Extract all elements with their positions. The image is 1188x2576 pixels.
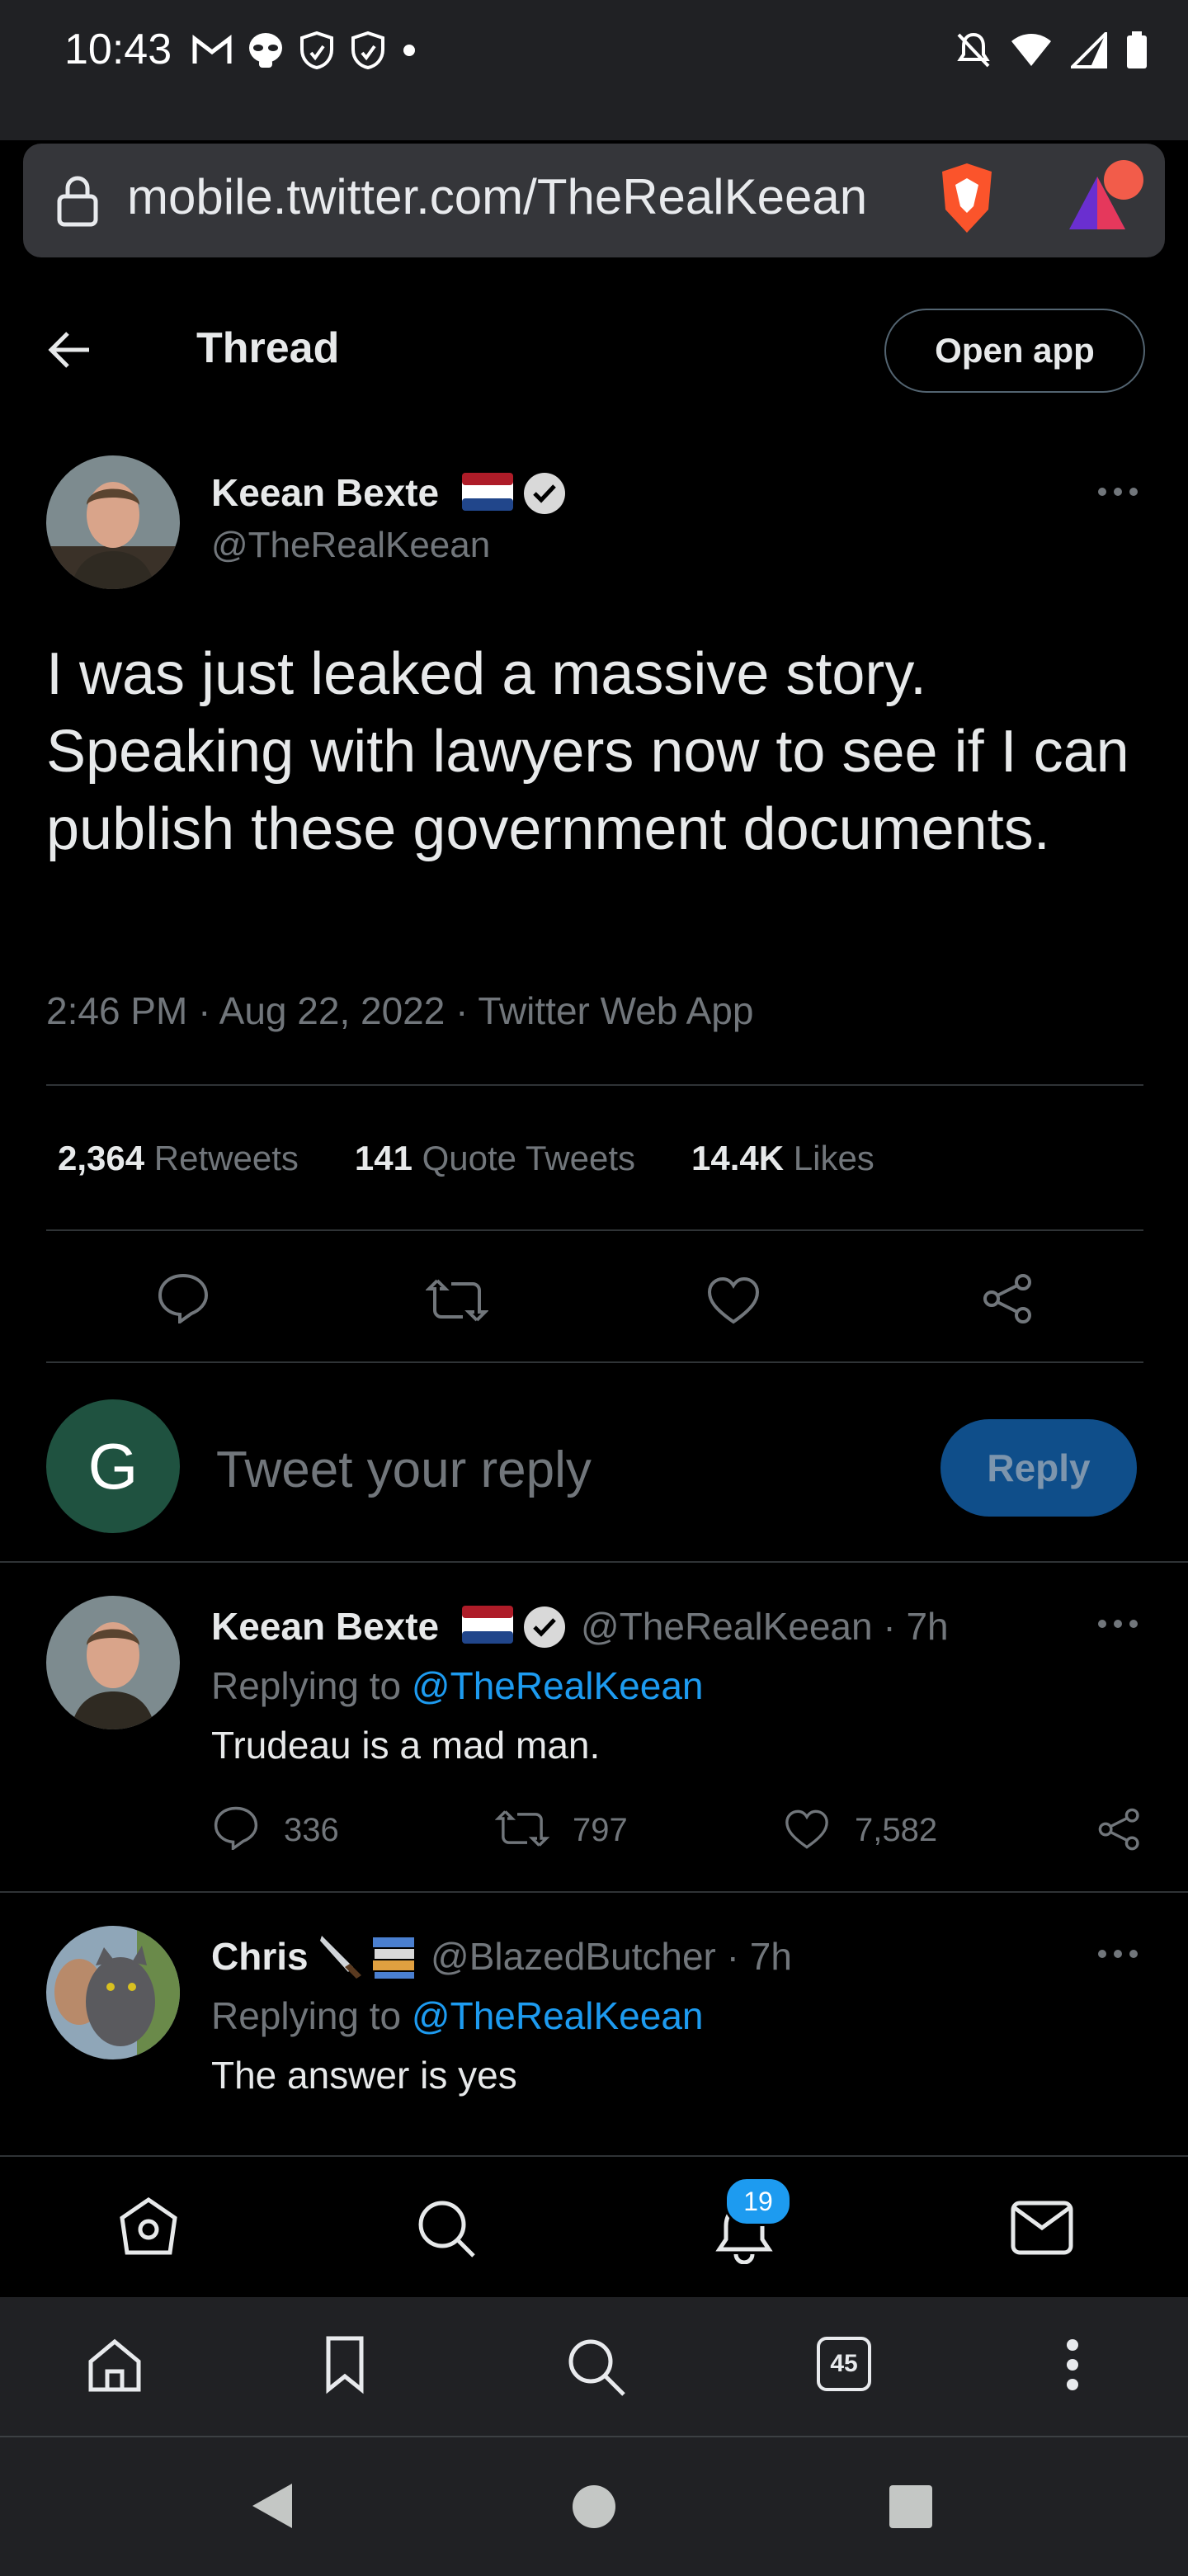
retweet-icon[interactable] (426, 1277, 488, 1323)
likes-stat[interactable]: 14.4K Likes (691, 1139, 874, 1178)
replying-to-link[interactable]: @TheRealKeean (412, 1994, 704, 2037)
tweet-text: I was just leaked a massive story. Speak… (46, 641, 1129, 862)
avatar-letter: G (87, 1429, 139, 1503)
system-recents-icon[interactable] (888, 2484, 934, 2530)
replying-to: Replying to @TheRealKeean (211, 1993, 704, 2038)
status-notification-icons (191, 31, 417, 69)
divider (46, 1361, 1143, 1363)
gmail-icon (192, 34, 232, 64)
reply-author-name[interactable]: Keean Bexte (211, 1604, 439, 1649)
system-back-icon[interactable] (248, 2480, 295, 2531)
divider (46, 1084, 1143, 1086)
alien-icon (249, 33, 282, 68)
tab-count-button[interactable]: 45 (817, 2337, 871, 2391)
user-avatar[interactable]: G (46, 1399, 180, 1533)
like-icon[interactable] (706, 1276, 761, 1325)
books-icon (373, 1937, 414, 1979)
reply-text: The answer is yes (211, 2054, 517, 2097)
brave-rewards-icon[interactable] (1061, 158, 1150, 238)
author-handle[interactable]: @TheRealKeean (211, 525, 490, 566)
replying-to-link[interactable]: @TheRealKeean (412, 1664, 704, 1707)
browser-home-icon[interactable] (86, 2337, 144, 2394)
avatar[interactable] (46, 455, 180, 589)
brave-shield-icon[interactable] (934, 160, 1000, 236)
share-icon[interactable] (982, 1272, 1035, 1325)
system-home-icon[interactable] (571, 2484, 617, 2530)
page-title: Thread (196, 324, 340, 372)
knife-icon (320, 1936, 361, 1979)
avatar[interactable] (46, 1596, 180, 1729)
status-system-icons (955, 31, 1148, 69)
reply-text: Trudeau is a mad man. (211, 1724, 601, 1767)
reply-author-name[interactable]: Chris (211, 1934, 309, 1979)
replying-to: Replying to @TheRealKeean (211, 1663, 704, 1708)
author-name[interactable]: Keean Bexte (211, 470, 439, 515)
more-options-icon[interactable] (1097, 1619, 1138, 1629)
more-options-icon[interactable] (1097, 1949, 1138, 1959)
replying-prefix: Replying to (211, 1664, 402, 1707)
stat-value: 14.4K (691, 1139, 785, 1177)
messages-icon[interactable] (1010, 2200, 1074, 2256)
reply-icon[interactable] (213, 1805, 259, 1850)
reply-button[interactable]: Reply (940, 1419, 1137, 1517)
back-arrow-icon[interactable] (48, 330, 92, 370)
shield-hand-icon (351, 31, 384, 69)
verified-badge-icon (524, 473, 565, 514)
retweet-stat[interactable]: 2,364 Retweets (58, 1139, 299, 1178)
mute-icon (957, 32, 990, 68)
status-time: 10:43 (64, 26, 172, 73)
browser-menu-icon[interactable] (1064, 2338, 1081, 2391)
browser-search-icon[interactable] (564, 2335, 627, 2398)
stat-label: Likes (793, 1139, 874, 1177)
reply-handle-time[interactable]: @TheRealKeean · 7h (581, 1604, 949, 1649)
divider (46, 1229, 1143, 1231)
url-text[interactable]: mobile.twitter.com/TheRealKeean (127, 168, 906, 225)
signal-icon (1071, 32, 1107, 68)
tweet-meta: 2:46 PM · Aug 22, 2022 · Twitter Web App (46, 989, 754, 1032)
lock-icon (57, 176, 98, 227)
like-icon[interactable] (784, 1809, 830, 1850)
dot-icon (403, 45, 415, 56)
open-app-button[interactable]: Open app (884, 309, 1145, 393)
reply-handle-time[interactable]: @BlazedButcher · 7h (431, 1934, 792, 1979)
netherlands-flag-icon (462, 473, 513, 511)
divider (0, 1561, 1188, 1563)
verified-badge-icon (524, 1606, 565, 1648)
stat-label: Quote Tweets (422, 1139, 635, 1177)
reply-icon[interactable] (157, 1272, 210, 1323)
more-options-icon[interactable] (1097, 487, 1138, 497)
stat-value: 2,364 (58, 1139, 145, 1177)
reply-count: 336 (284, 1812, 339, 1848)
wifi-icon (1011, 34, 1051, 66)
battery-icon (1127, 31, 1147, 68)
reply-input[interactable]: Tweet your reply (216, 1441, 592, 1499)
like-count: 7,582 (855, 1812, 938, 1848)
search-icon[interactable] (414, 2196, 477, 2259)
retweet-count: 797 (573, 1812, 628, 1848)
home-icon[interactable] (117, 2196, 180, 2259)
tweet-stats: 2,364 Retweets 141 Quote Tweets 14.4K Li… (58, 1139, 874, 1178)
author-photo (46, 1926, 180, 2059)
divider (0, 1891, 1188, 1893)
notification-badge: 19 (724, 2177, 792, 2226)
stat-value: 141 (354, 1139, 412, 1177)
status-bar (0, 0, 1188, 140)
replying-prefix: Replying to (211, 1994, 402, 2037)
author-photo (46, 1596, 180, 1729)
bookmark-icon[interactable] (323, 2335, 366, 2394)
avatar[interactable] (46, 1926, 180, 2059)
retweet-icon[interactable] (495, 1809, 549, 1848)
quote-tweet-stat[interactable]: 141 Quote Tweets (355, 1139, 635, 1178)
share-icon[interactable] (1097, 1807, 1142, 1852)
stat-label: Retweets (153, 1139, 299, 1177)
author-photo (46, 455, 180, 589)
netherlands-flag-icon (462, 1606, 513, 1644)
shield-hand-icon (300, 31, 333, 69)
